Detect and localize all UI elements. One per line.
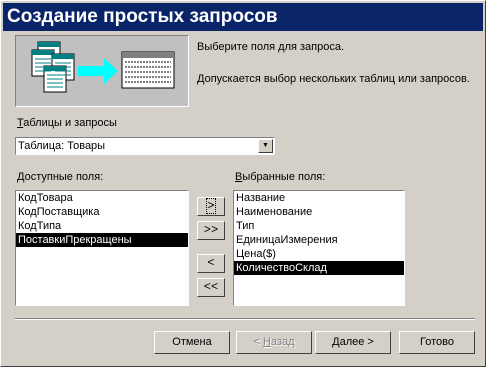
- remove-all-fields-button[interactable]: <<: [197, 278, 225, 297]
- source-tables-icon: [31, 41, 75, 93]
- cancel-button[interactable]: Отмена: [154, 331, 230, 354]
- available-fields-list[interactable]: КодТовара КодПоставщика КодТипа ПоставкиПре…: [15, 190, 189, 306]
- add-field-button[interactable]: >: [197, 197, 225, 216]
- next-rest: алее >: [339, 336, 374, 348]
- result-table-icon: [121, 51, 175, 89]
- cancel-label: Отмена: [172, 336, 212, 348]
- back-prefix: <: [253, 336, 263, 348]
- list-item[interactable]: Название: [234, 191, 404, 205]
- intro-line-2: Допускается выбор нескольких таблиц или …: [197, 73, 470, 85]
- remove-field-label: <: [207, 256, 215, 270]
- list-item[interactable]: КодТовара: [16, 191, 188, 205]
- remove-all-label: <<: [203, 280, 219, 294]
- list-item[interactable]: Цена($): [234, 247, 404, 261]
- intro-line-1: Выберите поля для запроса.: [197, 41, 345, 53]
- wizard-window: Создание простых запросов Выберите поля …: [0, 0, 486, 367]
- available-label-accel: Д: [17, 171, 25, 183]
- available-label-text: оступные поля:: [24, 171, 104, 183]
- list-item[interactable]: ПоставкиПрекращены: [16, 233, 188, 247]
- add-field-label: >: [206, 198, 216, 214]
- finish-label: Готово: [420, 336, 454, 348]
- selected-fields-list[interactable]: Название Наименование Тип ЕдиницаИзмерения Ц…: [233, 190, 405, 306]
- tables-label: Таблицы и запросы: [17, 117, 117, 129]
- arrow-right-icon: [78, 58, 118, 84]
- next-accel: Д: [332, 336, 340, 348]
- tables-combobox-value: Таблица: Товары: [18, 140, 106, 152]
- list-item[interactable]: КоличествоСклад: [234, 261, 404, 275]
- wizard-illustration: [15, 35, 189, 107]
- back-accel: Н: [262, 336, 271, 348]
- back-rest: азад: [270, 336, 295, 348]
- selected-fields-label: Выбранные поля:: [235, 171, 325, 183]
- finish-button[interactable]: Готово: [399, 331, 475, 354]
- back-button[interactable]: < Назад: [236, 331, 312, 354]
- list-item[interactable]: ЕдиницаИзмерения: [234, 233, 404, 247]
- wizard-title: Создание простых запросов: [3, 3, 483, 31]
- add-all-label: >>: [203, 223, 219, 237]
- footer-divider: [15, 318, 475, 320]
- chevron-down-icon[interactable]: ▼: [258, 139, 273, 153]
- tables-combobox[interactable]: Таблица: Товары ▼: [15, 137, 275, 155]
- remove-field-button[interactable]: <: [197, 254, 225, 273]
- list-item[interactable]: КодТипа: [16, 219, 188, 233]
- list-item[interactable]: Тип: [234, 219, 404, 233]
- add-all-fields-button[interactable]: >>: [197, 221, 225, 240]
- available-fields-label: Доступные поля:: [17, 171, 103, 183]
- next-button[interactable]: Далее >: [315, 331, 391, 354]
- selected-label-text: ыбранные поля:: [242, 171, 326, 183]
- tables-label-text: аблицы и запросы: [23, 117, 117, 129]
- list-item[interactable]: Наименование: [234, 205, 404, 219]
- list-item[interactable]: КодПоставщика: [16, 205, 188, 219]
